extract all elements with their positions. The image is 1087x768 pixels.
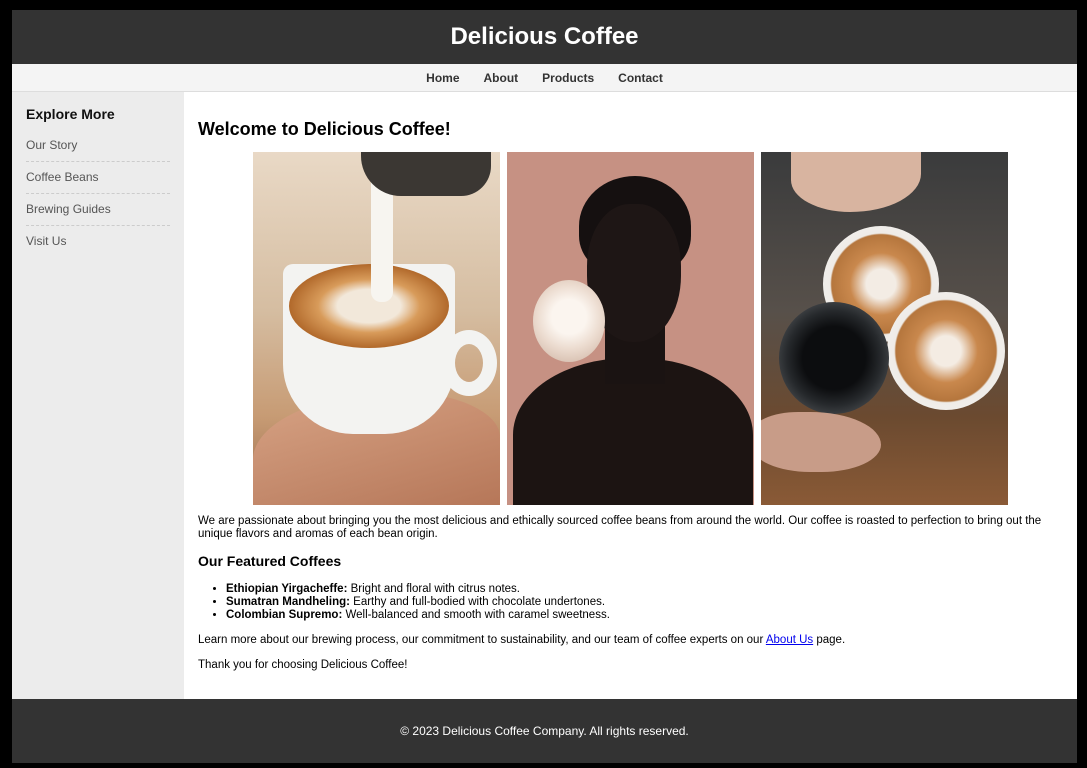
learn-more-suffix: page.	[813, 634, 846, 646]
sidebar: Explore More Our Story Coffee Beans Brew…	[12, 92, 184, 699]
coffee-name: Colombian Supremo:	[226, 609, 343, 621]
sidebar-link-brewing-guides[interactable]: Brewing Guides	[26, 194, 170, 225]
coffee-name: Ethiopian Yirgacheffe:	[226, 583, 348, 595]
coffee-description: Bright and floral with citrus notes.	[347, 583, 521, 595]
nav-products-link[interactable]: Products	[542, 71, 594, 85]
coffee-description: Well-balanced and smooth with caramel sw…	[342, 609, 610, 621]
sidebar-item: Coffee Beans	[26, 162, 170, 194]
coffee-description: Earthy and full-bodied with chocolate un…	[349, 596, 606, 608]
image-gallery	[198, 152, 1063, 505]
page-layout: Explore More Our Story Coffee Beans Brew…	[12, 92, 1077, 699]
list-item: Sumatran Mandheling: Earthy and full-bod…	[226, 596, 1063, 609]
sidebar-item: Visit Us	[26, 226, 170, 257]
learn-more-paragraph: Learn more about our brewing process, ou…	[198, 634, 1063, 647]
sidebar-link-visit-us[interactable]: Visit Us	[26, 226, 170, 257]
learn-more-text: Learn more about our brewing process, ou…	[198, 634, 766, 646]
coffee-cups-image	[761, 152, 1008, 505]
featured-heading: Our Featured Coffees	[198, 553, 342, 569]
site-footer: © 2023 Delicious Coffee Company. All rig…	[12, 699, 1077, 763]
nav-contact-link[interactable]: Contact	[618, 71, 663, 85]
browser-viewport: Delicious Coffee Home About Products Con…	[12, 10, 1077, 763]
portrait-image	[507, 152, 754, 505]
copyright-text: © 2023 Delicious Coffee Company. All rig…	[400, 724, 689, 738]
sidebar-link-our-story[interactable]: Our Story	[26, 130, 170, 161]
sidebar-link-coffee-beans[interactable]: Coffee Beans	[26, 162, 170, 193]
page-title: Welcome to Delicious Coffee!	[198, 119, 451, 139]
top-navigation: Home About Products Contact	[12, 64, 1077, 92]
thanks-paragraph: Thank you for choosing Delicious Coffee!	[198, 659, 408, 671]
about-us-link[interactable]: About Us	[766, 634, 813, 646]
site-title: Delicious Coffee	[450, 23, 639, 50]
nav-about-link[interactable]: About	[484, 71, 519, 85]
sidebar-item: Our Story	[26, 130, 170, 162]
featured-list: Ethiopian Yirgacheffe: Bright and floral…	[226, 583, 1063, 622]
coffee-name: Sumatran Mandheling:	[226, 596, 350, 608]
sidebar-list: Our Story Coffee Beans Brewing Guides Vi…	[26, 130, 170, 257]
list-item: Ethiopian Yirgacheffe: Bright and floral…	[226, 583, 1063, 596]
nav-home-link[interactable]: Home	[426, 71, 459, 85]
sidebar-item: Brewing Guides	[26, 194, 170, 226]
main-content: Welcome to Delicious Coffee! We are pass…	[184, 92, 1077, 699]
latte-pour-image	[253, 152, 500, 505]
sidebar-heading: Explore More	[26, 106, 115, 122]
site-header: Delicious Coffee	[12, 10, 1077, 64]
intro-paragraph: We are passionate about bringing you the…	[198, 515, 1042, 540]
list-item: Colombian Supremo: Well-balanced and smo…	[226, 609, 1063, 622]
